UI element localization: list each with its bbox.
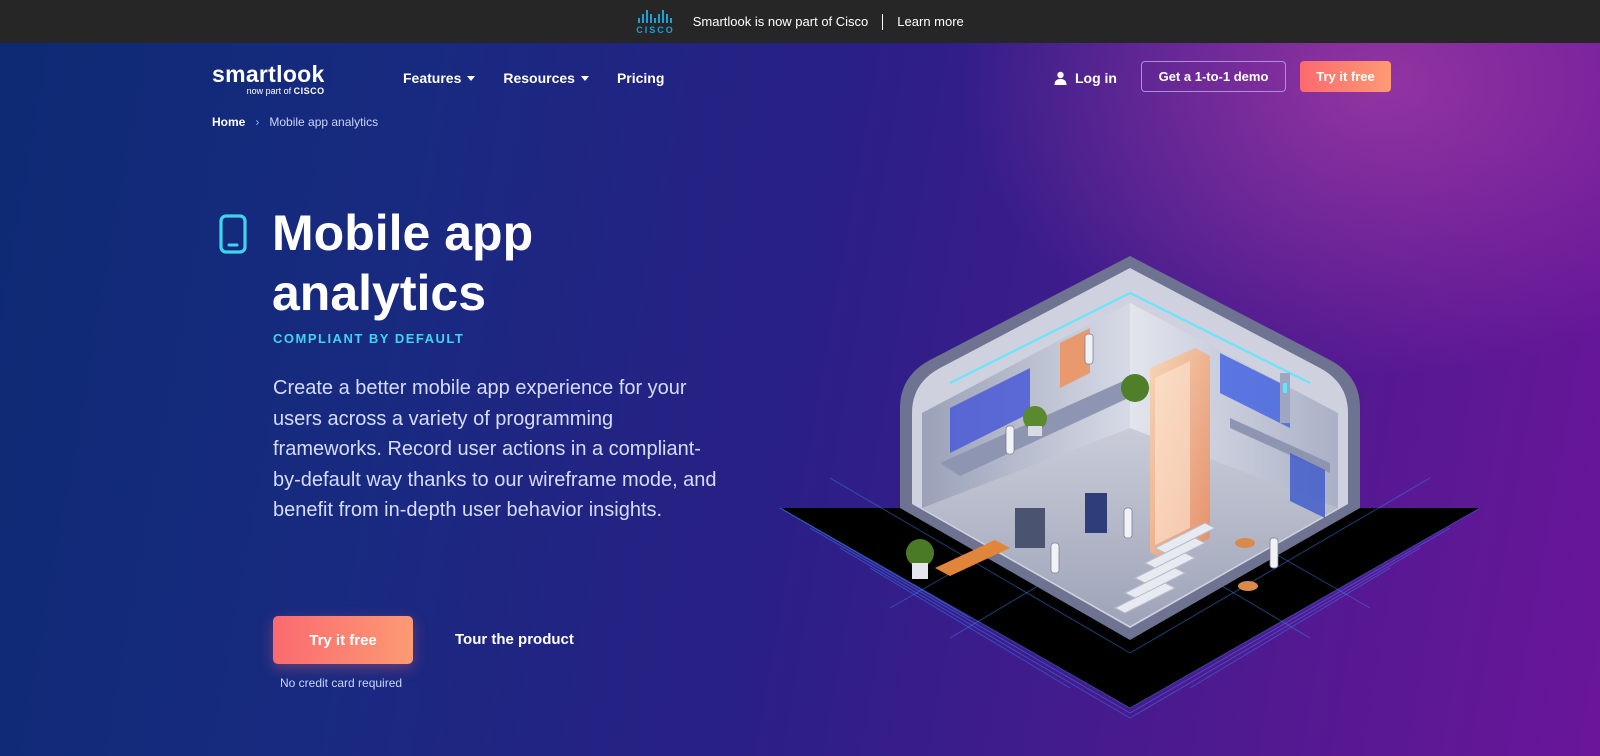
smartlook-logo[interactable]: smartlook now part of CISCO (212, 61, 325, 96)
nav-features[interactable]: Features (403, 70, 476, 86)
nav-pricing-label: Pricing (616, 70, 665, 86)
learn-more-link[interactable]: Learn more (897, 14, 963, 29)
login-link[interactable]: Log in (1054, 70, 1117, 86)
hero-section: smartlook now part of CISCO Features Res… (0, 43, 1600, 756)
caret-down-icon (467, 75, 476, 81)
logo-tagline-brand: CISCO (293, 86, 325, 96)
announcement-bar: CISCO Smartlook is now part of Cisco Lea… (0, 0, 1600, 43)
caret-down-icon (580, 75, 589, 81)
nav-resources[interactable]: Resources (503, 70, 589, 86)
nav-pricing[interactable]: Pricing (617, 70, 664, 86)
get-demo-button[interactable]: Get a 1-to-1 demo (1141, 61, 1286, 92)
try-free-header-button[interactable]: Try it free (1300, 61, 1391, 92)
nav-resources-label: Resources (503, 70, 575, 86)
divider (882, 13, 884, 30)
page-title: Mobile app analytics (272, 205, 534, 321)
chevron-right-icon: › (255, 115, 260, 129)
office-illustration (779, 256, 1481, 719)
cisco-wordmark: CISCO (636, 24, 675, 35)
hero-description: Create a better mobile app experience fo… (273, 377, 717, 521)
logo-wordmark: smartlook (212, 61, 325, 87)
nav-features-label: Features (403, 70, 462, 86)
announcement-message: Smartlook is now part of Cisco (692, 14, 869, 29)
breadcrumb-current: Mobile app analytics (269, 115, 379, 129)
login-label: Log in (1075, 70, 1117, 86)
user-icon (1054, 71, 1067, 85)
try-free-button[interactable]: Try it free (273, 616, 413, 664)
breadcrumb-home[interactable]: Home (212, 115, 245, 129)
no-credit-card-note: No credit card required (280, 676, 403, 690)
eyebrow-text: COMPLIANT BY DEFAULT (273, 331, 465, 346)
tour-product-link[interactable]: Tour the product (455, 631, 574, 648)
logo-tagline-prefix: now part of (246, 86, 292, 96)
main-nav: Features Resources Pricing (403, 70, 664, 86)
mobile-phone-icon (219, 214, 247, 254)
cisco-logo: CISCO (636, 9, 675, 35)
breadcrumb: Home › Mobile app analytics (212, 115, 378, 129)
